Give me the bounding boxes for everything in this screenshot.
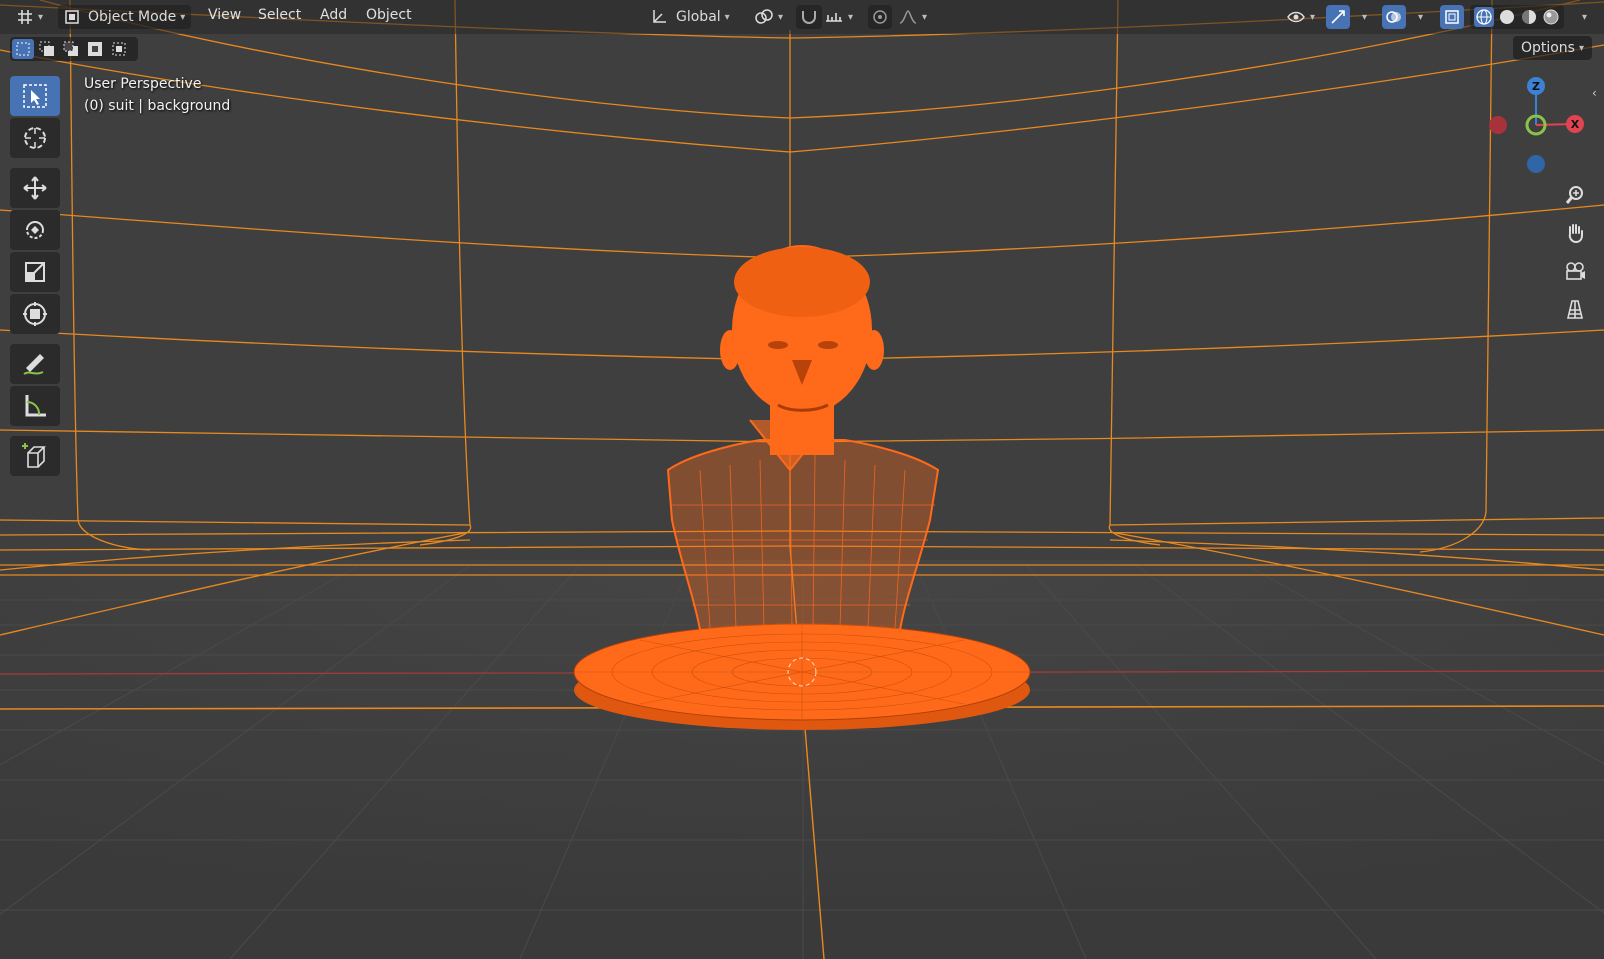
pivot-link-icon bbox=[755, 9, 773, 24]
viewport-header: ▾ Object Mode ▾ View Select Add Object G… bbox=[0, 0, 1604, 34]
xray-icon bbox=[1445, 10, 1459, 24]
tool-shelf bbox=[10, 76, 62, 478]
options-dropdown[interactable]: Options ▾ bbox=[1512, 36, 1592, 60]
gizmo-toggle[interactable] bbox=[1326, 5, 1350, 29]
transform-orientation-dropdown[interactable]: Global ▾ bbox=[650, 5, 730, 29]
select-subtract-button[interactable] bbox=[60, 39, 82, 59]
zoom-icon bbox=[1565, 186, 1583, 204]
select-intersect-icon bbox=[112, 42, 126, 56]
neg-z-axis-ball[interactable] bbox=[1527, 155, 1545, 173]
tool-add-cube[interactable] bbox=[10, 436, 60, 476]
visibility-dropdown[interactable]: ▾ bbox=[1286, 5, 1315, 29]
x-axis-label: X bbox=[1571, 118, 1580, 131]
tool-scale[interactable] bbox=[10, 252, 60, 292]
selection-mode-group bbox=[10, 37, 138, 61]
tool-annotate[interactable] bbox=[10, 344, 60, 384]
3d-viewport[interactable]: ▾ Object Mode ▾ View Select Add Object G… bbox=[0, 0, 1604, 959]
add-cube-icon bbox=[22, 443, 46, 468]
neg-x-axis-ball[interactable] bbox=[1489, 116, 1507, 134]
navigation-gizmo[interactable]: Z X bbox=[1480, 70, 1590, 180]
snap-toggle[interactable] bbox=[796, 5, 822, 29]
gizmo-dropdown[interactable]: ▾ bbox=[1362, 12, 1367, 23]
transform-icon bbox=[23, 302, 47, 326]
camera-icon bbox=[1566, 262, 1585, 280]
pivot-point-dropdown[interactable]: ▾ bbox=[754, 5, 783, 29]
menu-select[interactable]: Select bbox=[258, 7, 301, 23]
zoom-button[interactable] bbox=[1558, 178, 1592, 212]
select-new-icon bbox=[16, 42, 30, 56]
cursor-icon bbox=[24, 127, 46, 149]
options-label: Options bbox=[1520, 40, 1575, 56]
shading-dropdown[interactable]: ▾ bbox=[1582, 12, 1587, 23]
pan-hand-icon bbox=[1568, 224, 1583, 244]
rotate-icon bbox=[26, 221, 44, 239]
scale-icon bbox=[25, 262, 45, 282]
select-extend-button[interactable] bbox=[36, 39, 58, 59]
camera-view-button[interactable] bbox=[1558, 254, 1592, 288]
tool-transform[interactable] bbox=[10, 294, 60, 334]
overlays-toggle[interactable] bbox=[1382, 5, 1406, 29]
magnet-icon bbox=[802, 11, 816, 24]
move-icon bbox=[23, 176, 47, 200]
select-subtract-icon bbox=[63, 41, 78, 56]
select-box-icon bbox=[23, 84, 47, 108]
measure-icon bbox=[25, 395, 46, 417]
falloff-curve-icon bbox=[899, 10, 917, 24]
gizmo-icon bbox=[1331, 10, 1345, 24]
orientation-axis-icon bbox=[653, 10, 666, 23]
eye-icon bbox=[1287, 11, 1305, 23]
annotate-icon bbox=[23, 354, 44, 375]
editor-type-button[interactable]: ▾ bbox=[16, 5, 43, 29]
tool-measure[interactable] bbox=[10, 386, 60, 426]
tool-move[interactable] bbox=[10, 168, 60, 208]
select-invert-icon bbox=[88, 42, 102, 56]
wireframe-sphere-icon bbox=[1476, 9, 1492, 25]
mode-dropdown[interactable]: Object Mode ▾ bbox=[58, 5, 192, 29]
material-sphere-icon bbox=[1522, 10, 1536, 24]
tool-rotate[interactable] bbox=[10, 210, 60, 250]
select-invert-button[interactable] bbox=[84, 39, 106, 59]
overlays-icon bbox=[1386, 11, 1401, 23]
menu-object[interactable]: Object bbox=[366, 7, 412, 23]
falloff-dropdown[interactable]: ▾ bbox=[898, 5, 927, 29]
ortho-grid-icon bbox=[1566, 300, 1584, 319]
proportional-edit-toggle[interactable] bbox=[868, 5, 892, 29]
grid-editor-icon bbox=[18, 10, 32, 24]
solid-shading-button[interactable] bbox=[1498, 8, 1516, 26]
menu-add[interactable]: Add bbox=[320, 7, 347, 23]
mode-label: Object Mode bbox=[88, 9, 177, 25]
sidebar-toggle-icon[interactable]: ‹ bbox=[1592, 86, 1597, 100]
select-intersect-button[interactable] bbox=[108, 39, 130, 59]
object-mode-icon bbox=[65, 10, 79, 24]
pan-button[interactable] bbox=[1558, 216, 1592, 250]
snap-increment-icon bbox=[826, 13, 842, 22]
select-new-button[interactable] bbox=[12, 39, 34, 59]
orientation-label: Global bbox=[676, 9, 721, 25]
menu-view[interactable]: View bbox=[208, 7, 241, 23]
rendered-sphere-icon bbox=[1543, 9, 1559, 25]
material-shading-button[interactable] bbox=[1520, 8, 1538, 26]
tool-select-box[interactable] bbox=[10, 76, 60, 116]
select-extend-icon bbox=[39, 41, 54, 56]
perspective-label: User Perspective bbox=[84, 76, 202, 92]
scene-canvas[interactable] bbox=[0, 0, 1604, 959]
ortho-toggle-button[interactable] bbox=[1558, 292, 1592, 326]
collection-info: (0) suit | background bbox=[84, 98, 231, 114]
shading-modes bbox=[1470, 5, 1564, 29]
solid-sphere-icon bbox=[1500, 10, 1514, 24]
xray-toggle[interactable] bbox=[1440, 5, 1464, 29]
overlays-dropdown[interactable]: ▾ bbox=[1418, 12, 1423, 23]
proportional-edit-icon bbox=[873, 10, 887, 24]
wireframe-shading-button[interactable] bbox=[1474, 7, 1494, 27]
rendered-shading-button[interactable] bbox=[1542, 8, 1560, 26]
snap-target-dropdown[interactable]: ▾ bbox=[824, 5, 853, 29]
z-axis-label: Z bbox=[1532, 80, 1540, 93]
tool-cursor[interactable] bbox=[10, 118, 60, 158]
